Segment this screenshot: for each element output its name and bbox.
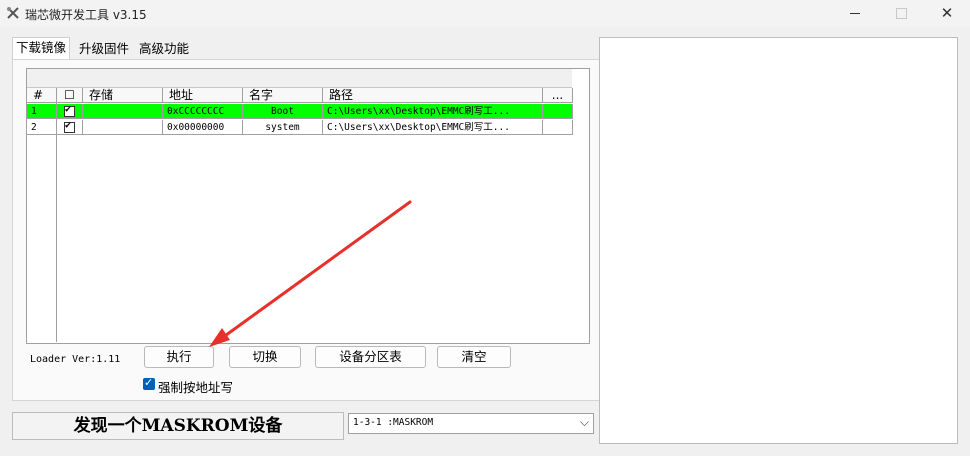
- switch-button[interactable]: 切换: [229, 346, 301, 368]
- row-checkbox[interactable]: [57, 120, 83, 135]
- close-button[interactable]: ✕: [924, 0, 970, 27]
- maximize-button[interactable]: [878, 0, 924, 27]
- clear-button[interactable]: 清空: [437, 346, 511, 368]
- row-name[interactable]: system: [243, 120, 323, 135]
- table-toolbar: [27, 69, 572, 88]
- row-name[interactable]: Boot: [243, 104, 323, 119]
- loader-version: Loader Ver:1.11: [30, 354, 121, 365]
- image-list-table: # ☐ 存储 地址 名字 路径 ... 1 0xCCCCCCCC Boot C:…: [26, 68, 590, 344]
- minimize-button[interactable]: [832, 0, 878, 27]
- tab-advanced-functions[interactable]: 高级功能: [136, 40, 192, 58]
- checkbox-checked-icon: [64, 120, 75, 133]
- partition-table-button[interactable]: 设备分区表: [315, 346, 426, 368]
- header-more: ...: [543, 88, 573, 103]
- header-address: 地址: [163, 88, 243, 103]
- log-panel[interactable]: [599, 37, 958, 444]
- row-storage[interactable]: [83, 104, 163, 119]
- row-browse-button[interactable]: [543, 120, 573, 135]
- row-checkbox[interactable]: [57, 104, 83, 119]
- execute-button[interactable]: 执行: [144, 346, 214, 368]
- app-icon: [7, 7, 19, 19]
- checkbox-checked-icon: [64, 104, 75, 117]
- header-path: 路径: [323, 88, 543, 103]
- force-address-write-label[interactable]: 强制按地址写: [158, 377, 233, 396]
- grid-divider: [56, 103, 57, 342]
- row-number: 1: [27, 104, 57, 119]
- device-select-value: 1-3-1 :MASKROM: [353, 417, 434, 428]
- header-check-all[interactable]: ☐: [57, 88, 83, 103]
- window-title: 瑞芯微开发工具 v3.15: [25, 8, 147, 22]
- row-address[interactable]: 0x00000000: [163, 120, 243, 135]
- row-storage[interactable]: [83, 120, 163, 135]
- row-browse-button[interactable]: [543, 104, 573, 119]
- chevron-down-icon[interactable]: ⌵: [580, 415, 589, 430]
- header-num: #: [27, 88, 57, 103]
- header-name: 名字: [243, 88, 323, 103]
- device-select[interactable]: 1-3-1 :MASKROM ⌵: [348, 413, 594, 434]
- tab-upgrade-firmware[interactable]: 升级固件: [76, 40, 132, 58]
- row-number: 2: [27, 120, 57, 135]
- header-storage: 存储: [83, 88, 163, 103]
- checkbox-checked-icon[interactable]: [143, 376, 155, 390]
- close-icon: ✕: [940, 4, 954, 22]
- row-address[interactable]: 0xCCCCCCCC: [163, 104, 243, 119]
- title-bar: 瑞芯微开发工具 v3.15 ✕: [0, 0, 970, 27]
- tab-download-image[interactable]: 下载镜像: [12, 37, 71, 60]
- row-path[interactable]: C:\Users\xx\Desktop\EMMC刷写工...: [323, 104, 543, 119]
- row-path[interactable]: C:\Users\xx\Desktop\EMMC刷写工...: [323, 120, 543, 135]
- status-message: 发现一个MASKROM设备: [12, 412, 344, 440]
